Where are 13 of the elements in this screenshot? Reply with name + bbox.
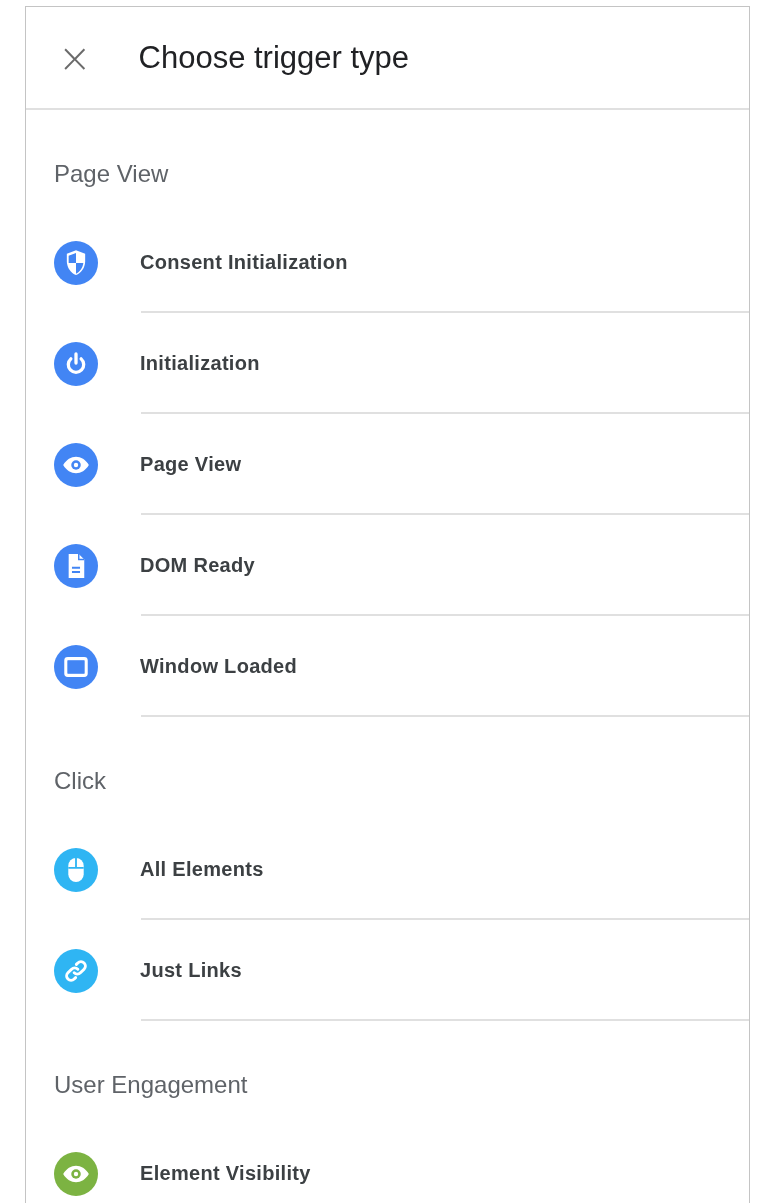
trigger-option[interactable]: Page View — [140, 453, 242, 476]
section-heading: Click — [53, 766, 107, 796]
trigger-option[interactable]: Initialization — [140, 352, 260, 375]
trigger-option[interactable]: Window Loaded — [140, 655, 298, 678]
trigger-option[interactable]: Just Links — [140, 959, 242, 982]
section-heading: User Engagement — [53, 1070, 249, 1100]
dialog-title: Choose trigger type — [138, 39, 410, 76]
trigger-option[interactable]: All Elements — [140, 858, 264, 881]
section-heading: Page View — [53, 159, 170, 189]
trigger-option[interactable]: Element Visibility — [140, 1162, 311, 1185]
close-button[interactable]: × — [58, 37, 92, 78]
trigger-option[interactable]: DOM Ready — [140, 554, 255, 577]
trigger-option[interactable]: Consent Initialization — [140, 251, 348, 274]
